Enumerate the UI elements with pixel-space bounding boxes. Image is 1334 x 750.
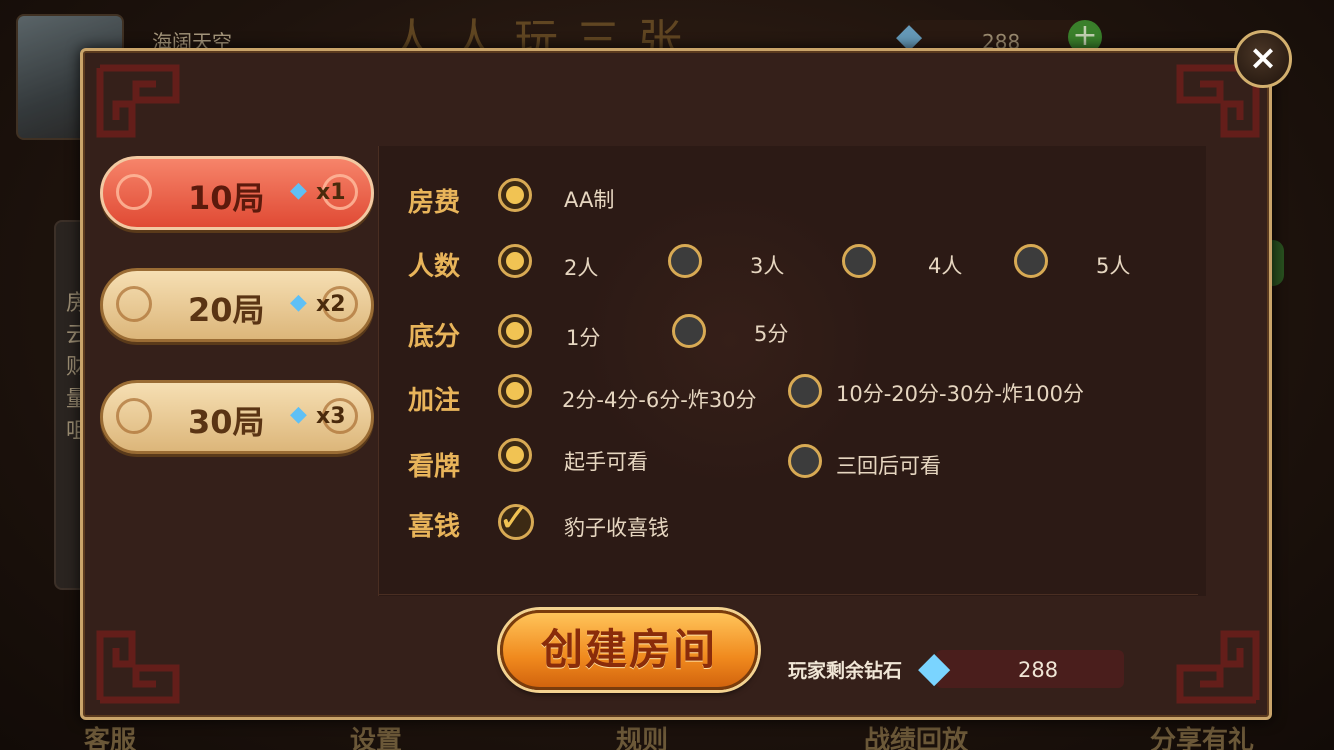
- nav-rules[interactable]: 规则: [616, 720, 668, 750]
- round-tab-20[interactable]: 20局 ◆ x2: [100, 268, 374, 342]
- fret-ornament-bottom-right: [1140, 604, 1260, 704]
- option-text: 2分-4分-6分-炸30分: [562, 388, 757, 412]
- scroll-ornament: [116, 398, 152, 434]
- round-label: 10局: [188, 179, 265, 217]
- fret-ornament-top-left: [96, 64, 216, 164]
- round-cost: x1: [316, 180, 346, 205]
- round-label: 20局: [188, 291, 265, 329]
- option-text: 5分: [754, 322, 789, 346]
- option-text: 三回后可看: [836, 454, 941, 478]
- fret-ornament-bottom-left: [96, 604, 216, 704]
- option-text: 1分: [566, 326, 601, 350]
- diamond-icon: ◆: [290, 178, 307, 203]
- base-score-label: 底分: [408, 322, 461, 352]
- radio-players-2[interactable]: [498, 244, 532, 278]
- background-emblem: [580, 190, 880, 490]
- scroll-ornament: [116, 174, 152, 210]
- check-icon: ✓: [498, 496, 530, 540]
- diamond-icon: ◆: [290, 290, 307, 315]
- radio-bet-low[interactable]: [498, 374, 532, 408]
- radio-bet-high[interactable]: [788, 374, 822, 408]
- option-text: 豹子收喜钱: [564, 516, 669, 540]
- panel-divider: [378, 594, 1198, 595]
- radio-players-4[interactable]: [842, 244, 876, 278]
- option-text: 4人: [928, 254, 963, 278]
- radio-players-3[interactable]: [668, 244, 702, 278]
- option-text: 5人: [1096, 254, 1131, 278]
- round-tab-10[interactable]: 10局 ◆ x1: [100, 156, 374, 230]
- diamond-icon: ◆: [290, 402, 307, 427]
- radio-look-start[interactable]: [498, 438, 532, 472]
- remaining-diamonds-label: 玩家剩余钻石: [788, 660, 903, 682]
- create-room-button[interactable]: 创建房间: [500, 610, 758, 690]
- radio-base-1[interactable]: [498, 314, 532, 348]
- players-label: 人数: [408, 252, 461, 282]
- round-tab-30[interactable]: 30局 ◆ x3: [100, 380, 374, 454]
- round-cost: x3: [316, 404, 346, 429]
- round-label: 30局: [188, 403, 265, 441]
- option-text: 2人: [564, 256, 599, 280]
- radio-fee-aa[interactable]: [498, 178, 532, 212]
- remaining-diamonds-count: 288: [1018, 658, 1059, 682]
- scroll-ornament: [116, 286, 152, 322]
- close-button[interactable]: ×: [1234, 30, 1292, 88]
- nav-share[interactable]: 分享有礼: [1150, 720, 1254, 750]
- option-text: 起手可看: [564, 450, 648, 474]
- option-text: 10分-20分-30分-炸100分: [836, 382, 1084, 406]
- radio-players-5[interactable]: [1014, 244, 1048, 278]
- nav-settings[interactable]: 设置: [350, 720, 402, 750]
- round-cost: x2: [316, 292, 346, 317]
- nav-replay[interactable]: 战绩回放: [864, 720, 968, 750]
- close-icon: ×: [1248, 38, 1278, 78]
- nav-service[interactable]: 客服: [84, 720, 136, 750]
- bet-label: 加注: [408, 386, 461, 416]
- bonus-label: 喜钱: [408, 512, 461, 542]
- look-label: 看牌: [408, 452, 461, 482]
- diamond-icon: ◆: [918, 642, 951, 691]
- option-text: 3人: [750, 254, 785, 278]
- radio-look-three[interactable]: [788, 444, 822, 478]
- option-text: AA制: [564, 188, 615, 212]
- radio-base-5[interactable]: [672, 314, 706, 348]
- fee-label: 房费: [408, 188, 461, 218]
